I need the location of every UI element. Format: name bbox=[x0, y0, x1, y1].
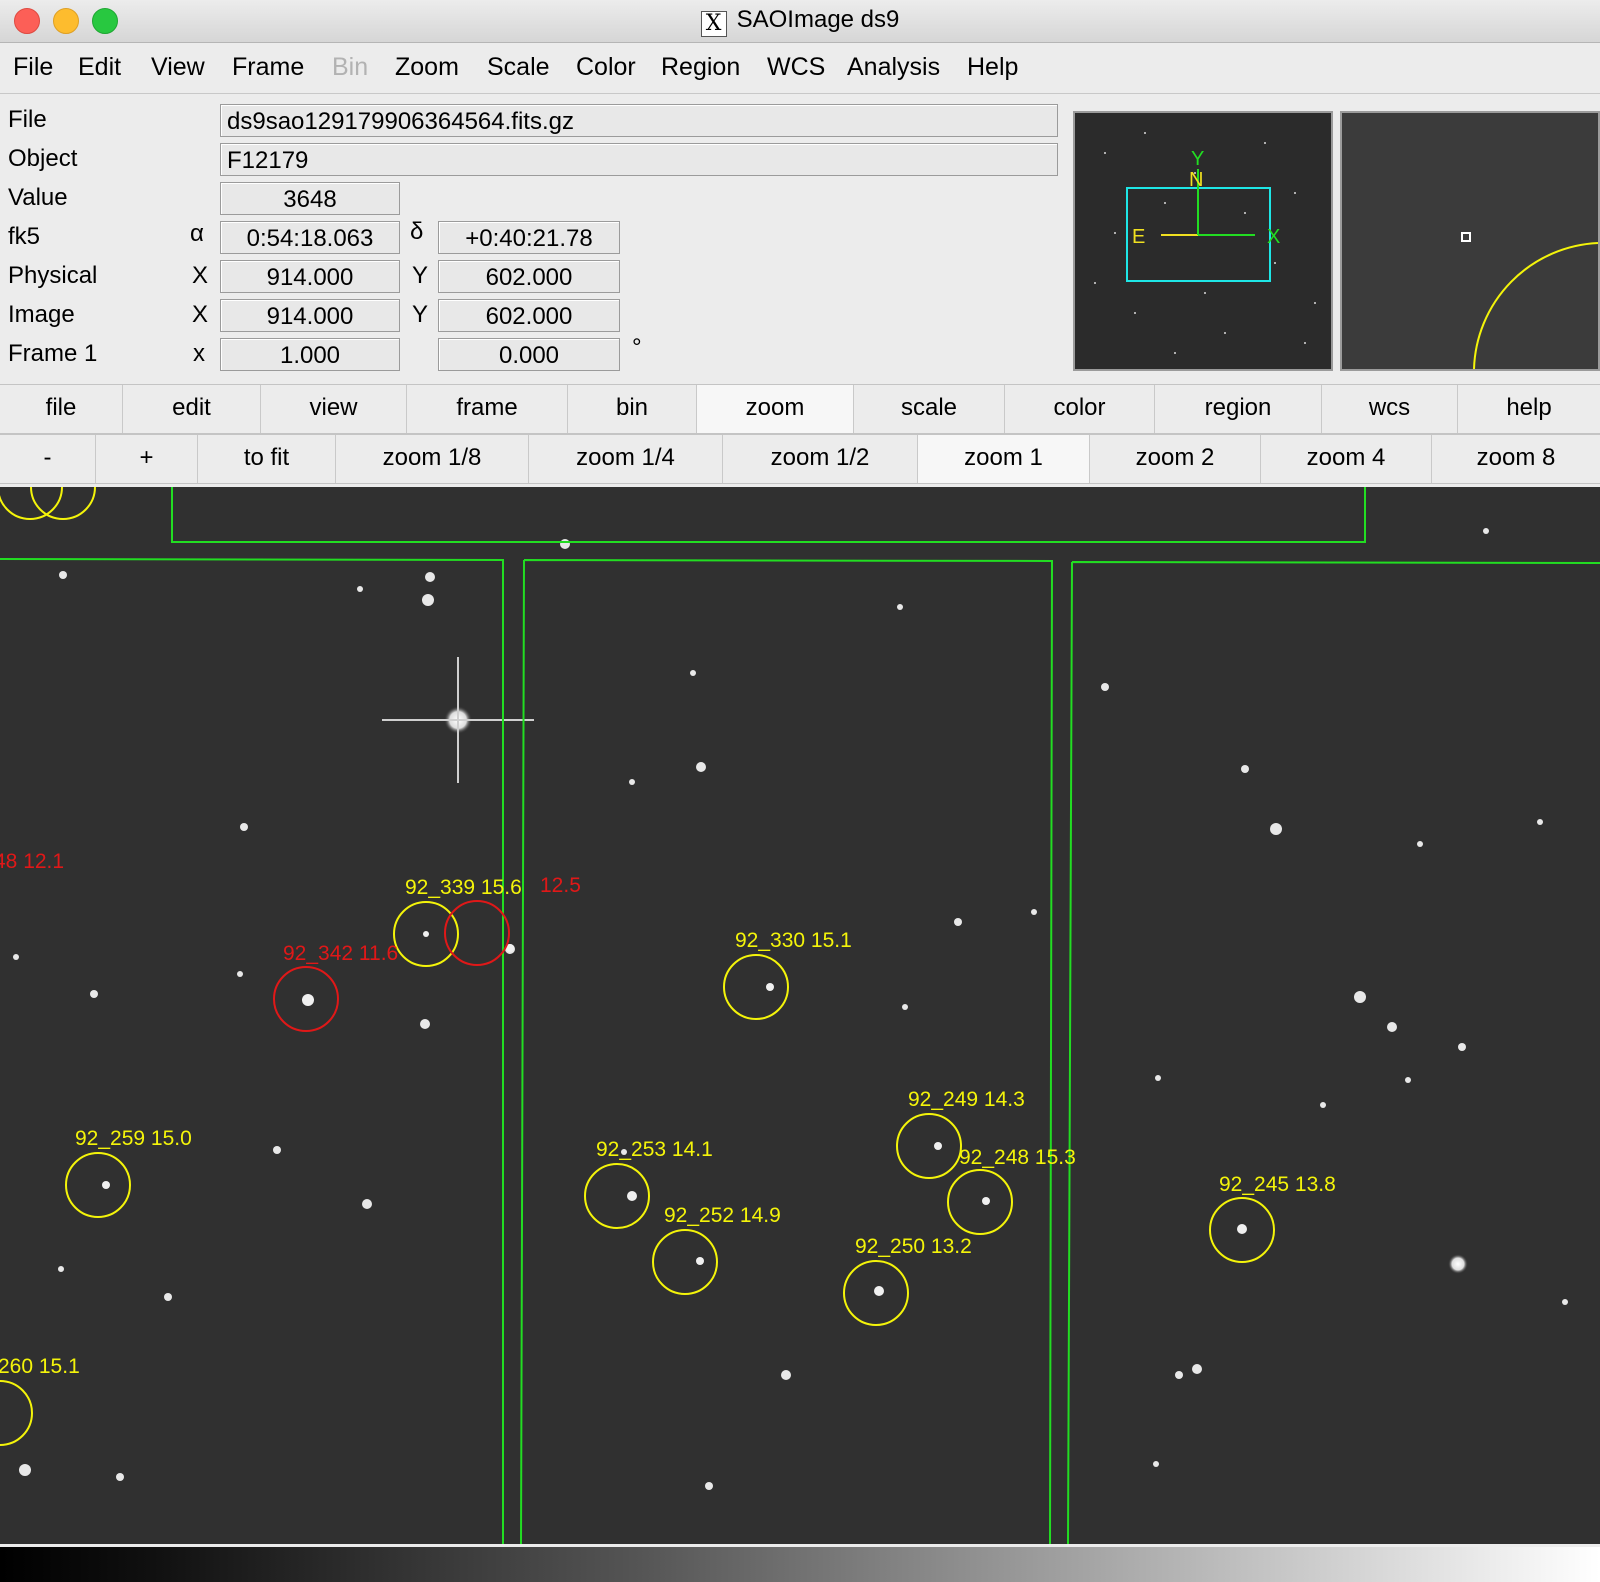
panner-canvas: Y N E X bbox=[1094, 132, 1316, 354]
panner-view[interactable]: Y N E X bbox=[1073, 111, 1333, 371]
zoom-to-fit-button[interactable]: to fit bbox=[198, 435, 336, 483]
physical-x-field: 914.000 bbox=[220, 260, 400, 293]
menu-file[interactable]: File bbox=[13, 53, 53, 82]
button-view[interactable]: view bbox=[261, 385, 407, 433]
delta-symbol: δ bbox=[410, 218, 424, 245]
menu-scale[interactable]: Scale bbox=[487, 53, 550, 82]
zoom-1-8-button[interactable]: zoom 1/8 bbox=[336, 435, 529, 483]
label-92-330: 92_330 15.1 bbox=[735, 929, 852, 952]
zoom-1-4-button[interactable]: zoom 1/4 bbox=[529, 435, 723, 483]
image-x-label: X bbox=[192, 301, 209, 328]
menu-bar: File Edit View Frame Bin Zoom Scale Colo… bbox=[0, 43, 1600, 94]
menu-view[interactable]: View bbox=[151, 53, 205, 82]
label-92-342: 92_342 11.6 bbox=[283, 942, 398, 965]
info-panel: File ds9sao129179906364564.fits.gz Objec… bbox=[0, 96, 1070, 378]
button-region[interactable]: region bbox=[1155, 385, 1322, 433]
alpha-field: 0:54:18.063 bbox=[220, 221, 400, 254]
frame-label: Frame 1 bbox=[8, 340, 98, 367]
menu-frame[interactable]: Frame bbox=[232, 53, 304, 82]
zoom-2-button[interactable]: zoom 2 bbox=[1090, 435, 1261, 483]
alpha-symbol: α bbox=[190, 220, 204, 247]
menu-zoom[interactable]: Zoom bbox=[395, 53, 459, 82]
physical-label: Physical bbox=[8, 262, 98, 289]
window-title-area: X SAOImage ds9 bbox=[0, 6, 1600, 37]
button-help[interactable]: help bbox=[1458, 385, 1600, 433]
file-label: File bbox=[8, 106, 47, 133]
magnifier-view bbox=[1340, 111, 1600, 371]
menu-wcs[interactable]: WCS bbox=[767, 53, 825, 82]
file-field: ds9sao129179906364564.fits.gz bbox=[220, 104, 1058, 137]
button-edit[interactable]: edit bbox=[123, 385, 261, 433]
menu-help[interactable]: Help bbox=[967, 53, 1018, 82]
value-field: 3648 bbox=[220, 182, 400, 215]
panner-n-label: N bbox=[1189, 169, 1203, 191]
physical-y-field: 602.000 bbox=[438, 260, 620, 293]
label-92-253: 92_253 14.1 bbox=[596, 1138, 713, 1161]
colorbar[interactable] bbox=[0, 1547, 1600, 1582]
image-canvas[interactable]: 92_339 15.6 92_330 15.1 92_259 15.0 92_2… bbox=[0, 487, 1600, 1544]
panner-x-label: X bbox=[1267, 226, 1280, 248]
title-bar[interactable]: X SAOImage ds9 bbox=[0, 0, 1600, 43]
label-92-248: 92_248 15.3 bbox=[959, 1146, 1076, 1169]
zoom-1-2-button[interactable]: zoom 1/2 bbox=[723, 435, 918, 483]
window-title: SAOImage ds9 bbox=[736, 6, 900, 33]
menu-bin: Bin bbox=[332, 53, 369, 81]
button-wcs[interactable]: wcs bbox=[1322, 385, 1458, 433]
label-48: 48 12.1 bbox=[0, 850, 64, 873]
label-92-250: 92_250 13.2 bbox=[855, 1235, 972, 1258]
object-label: Object bbox=[8, 145, 78, 172]
image-y-label: Y bbox=[412, 301, 429, 328]
menu-color[interactable]: Color bbox=[576, 53, 636, 82]
frame-angle-field: 0.000 bbox=[438, 338, 620, 371]
frame-x-label: x bbox=[193, 340, 205, 367]
button-bin[interactable]: bin bbox=[568, 385, 697, 433]
label-92-339: 92_339 15.6 bbox=[405, 876, 522, 899]
image-svg: 92_339 15.6 92_330 15.1 92_259 15.0 92_2… bbox=[0, 487, 1600, 1544]
x11-app-icon: X bbox=[700, 11, 727, 37]
image-x-field: 914.000 bbox=[220, 299, 400, 332]
zoom-in-button[interactable]: + bbox=[96, 435, 198, 483]
button-bar: file edit view frame bin zoom scale colo… bbox=[0, 384, 1600, 434]
zoom-1-button[interactable]: zoom 1 bbox=[918, 435, 1090, 483]
panner-y-label: Y bbox=[1191, 148, 1204, 170]
label-92-259: 92_259 15.0 bbox=[75, 1127, 192, 1150]
zoom-4-button[interactable]: zoom 4 bbox=[1261, 435, 1432, 483]
label-260: 260 15.1 bbox=[0, 1355, 80, 1378]
value-label: Value bbox=[8, 184, 68, 211]
menu-edit[interactable]: Edit bbox=[78, 53, 121, 82]
label-92-252: 92_252 14.9 bbox=[664, 1204, 781, 1227]
wcs-label: fk5 bbox=[8, 223, 41, 250]
zoom-8-button[interactable]: zoom 8 bbox=[1432, 435, 1600, 483]
menu-analysis[interactable]: Analysis bbox=[847, 53, 940, 82]
button-zoom[interactable]: zoom bbox=[697, 385, 854, 433]
button-scale[interactable]: scale bbox=[854, 385, 1005, 433]
image-label: Image bbox=[8, 301, 75, 328]
zoom-out-button[interactable]: - bbox=[0, 435, 96, 483]
physical-x-label: X bbox=[192, 262, 209, 289]
menu-region[interactable]: Region bbox=[661, 53, 740, 82]
label-92-245: 92_245 13.8 bbox=[1219, 1173, 1336, 1196]
delta-field: +0:40:21.78 bbox=[438, 221, 620, 254]
physical-y-label: Y bbox=[412, 262, 429, 289]
magnifier-canvas bbox=[1342, 113, 1598, 369]
panner-e-label: E bbox=[1132, 226, 1145, 248]
zoom-button-bar: - + to fit zoom 1/8 zoom 1/4 zoom 1/2 zo… bbox=[0, 434, 1600, 484]
button-frame[interactable]: frame bbox=[407, 385, 568, 433]
image-y-field: 602.000 bbox=[438, 299, 620, 332]
degree-symbol: ° bbox=[632, 334, 642, 361]
button-color[interactable]: color bbox=[1005, 385, 1155, 433]
frame-zoom-field: 1.000 bbox=[220, 338, 400, 371]
label-red-12-5: 12.5 bbox=[540, 874, 581, 897]
object-field: F12179 bbox=[220, 143, 1058, 176]
button-file[interactable]: file bbox=[0, 385, 123, 433]
label-92-249: 92_249 14.3 bbox=[908, 1088, 1025, 1111]
